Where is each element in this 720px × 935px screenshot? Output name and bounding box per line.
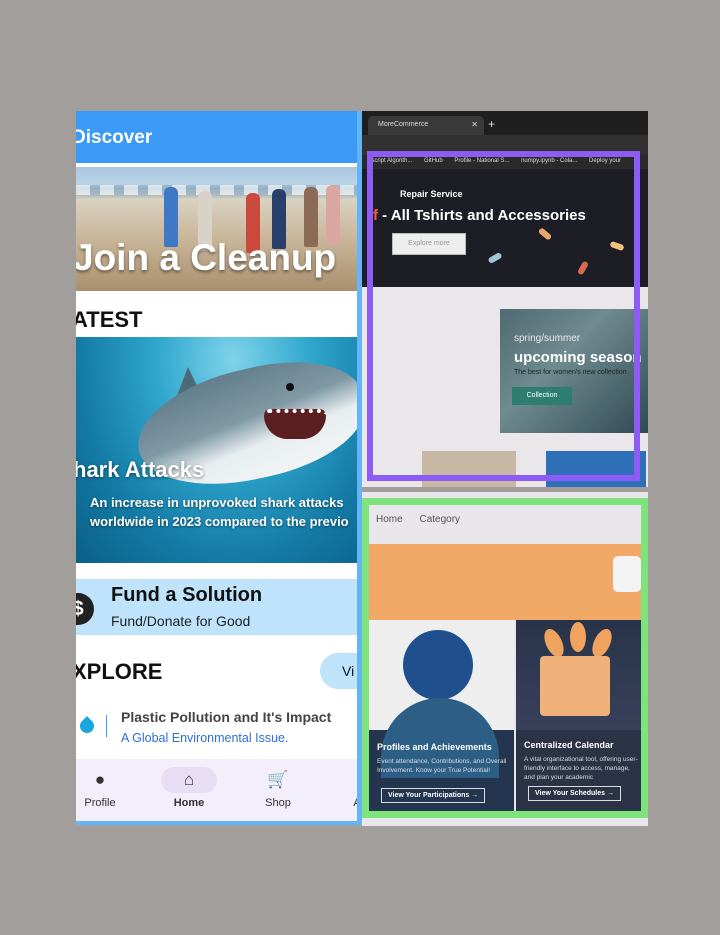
tab-title: MoreCommerce: [378, 121, 429, 128]
nav-label: Profile: [84, 797, 116, 809]
home-icon: ⌂: [161, 767, 217, 793]
browser-tab[interactable]: MoreCommerce ✕: [368, 116, 484, 135]
nav-home[interactable]: ⌂ Home: [159, 767, 219, 809]
divider: [106, 715, 107, 737]
water-drop-icon: [77, 716, 97, 736]
nav-label: A: [353, 797, 361, 809]
fund-subtitle: Fund/Donate for Good: [111, 613, 251, 629]
person-figure: [326, 185, 340, 245]
dollar-icon: $: [76, 593, 94, 625]
highlight-frame-green: [362, 498, 648, 818]
surf-decoration: [76, 185, 357, 195]
shark-eye: [286, 383, 294, 391]
shark-desc-line: worldwide in 2023 compared to the previo: [90, 514, 349, 529]
browser-tab-bar: MoreCommerce ✕ +: [362, 111, 648, 135]
cleanup-title: Join a Cleanup: [76, 237, 337, 278]
shark-attacks-card[interactable]: hark Attacks An increase in unprovoked s…: [76, 337, 357, 563]
new-tab-icon[interactable]: +: [488, 117, 495, 131]
profile-icon: ●: [94, 770, 106, 789]
fund-solution-card[interactable]: $ Fund a Solution Fund/Donate for Good: [76, 579, 357, 635]
app-title: Discover: [76, 127, 153, 148]
mobile-app-screenshot: Discover Join a Cleanup ATEST hark Attac…: [76, 111, 362, 825]
nav-icon-placeholder: [342, 767, 357, 793]
close-icon[interactable]: ✕: [471, 120, 478, 129]
cleanup-banner[interactable]: Join a Cleanup: [76, 167, 357, 291]
dashboard-website-photo: Home Category Profiles and Achievements …: [362, 492, 648, 826]
nav-profile[interactable]: ● Profile: [80, 767, 120, 809]
app-bar: Discover: [76, 111, 357, 163]
view-all-button[interactable]: Vi: [320, 653, 357, 689]
shark-desc-line: An increase in unprovoked shark attacks: [90, 495, 344, 510]
shark-description: An increase in unprovoked shark attacks …: [90, 493, 357, 531]
nav-label: Home: [173, 797, 205, 809]
shark-title: hark Attacks: [76, 457, 205, 482]
bottom-navigation: ● Profile ⌂ Home 🛒 Shop A: [76, 759, 361, 821]
explore-item-title[interactable]: Plastic Pollution and It's Impact: [121, 709, 331, 725]
ecommerce-website-photo: MoreCommerce ✕ + ascript Algorith... Git…: [362, 111, 648, 487]
cart-icon: 🛒: [267, 770, 289, 789]
nav-label: Shop: [265, 797, 291, 809]
explore-item-subtitle: A Global Environmental Issue.: [121, 731, 289, 745]
fund-title: Fund a Solution: [111, 584, 263, 606]
explore-heading: XPLORE: [76, 659, 163, 684]
nav-more[interactable]: A: [342, 767, 361, 809]
latest-heading: ATEST: [76, 307, 143, 332]
highlight-frame-purple: [367, 151, 640, 481]
nav-shop[interactable]: 🛒 Shop: [258, 767, 298, 809]
